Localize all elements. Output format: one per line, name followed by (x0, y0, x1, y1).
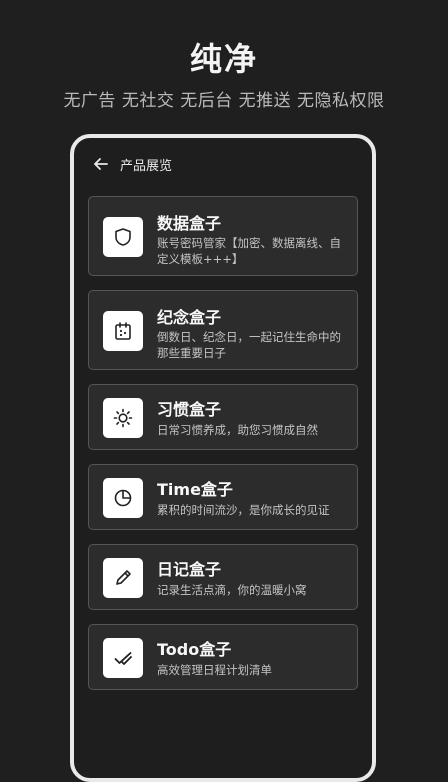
card-description: 账号密码管家【加密、数据离线、自定义模板+++】 (157, 236, 341, 266)
card-title: Time盒子 (157, 480, 233, 499)
topbar-title: 产品展览 (120, 158, 173, 174)
product-card-anniversary-box[interactable]: 纪念盒子 倒数日、纪念日，一起记住生命中的那些重要日子 (88, 290, 358, 370)
shield-icon (103, 217, 143, 257)
arrow-left-icon[interactable] (92, 155, 110, 173)
card-title: 纪念盒子 (157, 308, 222, 327)
product-card-time-box[interactable]: Time盒子 累积的时间流沙，是你成长的见证 (88, 464, 358, 530)
card-description: 倒数日、纪念日，一起记住生命中的那些重要日子 (157, 330, 341, 360)
pie-chart-icon (103, 478, 143, 518)
card-description: 日常习惯养成，助您习惯成自然 (157, 423, 318, 437)
product-card-data-box[interactable]: 数据盒子 账号密码管家【加密、数据离线、自定义模板+++】 (88, 196, 358, 276)
product-card-todo-box[interactable]: Todo盒子 高效管理日程计划清单 (88, 624, 358, 690)
product-card-diary-box[interactable]: 日记盒子 记录生活点滴，你的温暖小窝 (88, 544, 358, 610)
card-title: Todo盒子 (157, 640, 232, 659)
pencil-icon (103, 558, 143, 598)
product-card-habit-box[interactable]: 习惯盒子 日常习惯养成，助您习惯成自然 (88, 384, 358, 450)
check-icon (103, 638, 143, 678)
card-description: 记录生活点滴，你的温暖小窝 (157, 583, 307, 597)
page-subtitle: 无广告 无社交 无后台 无推送 无隐私权限 (63, 91, 385, 111)
card-title: 习惯盒子 (157, 400, 222, 419)
phone-frame: 产品展览 数据盒子 账号密码管家【加密、数据离线、自定义模板+++】 纪念盒子 … (70, 134, 376, 782)
calendar-icon (103, 311, 143, 351)
sun-icon (103, 398, 143, 438)
card-title: 日记盒子 (157, 560, 222, 579)
card-title: 数据盒子 (157, 214, 222, 233)
card-description: 高效管理日程计划清单 (157, 663, 272, 677)
product-list: 数据盒子 账号密码管家【加密、数据离线、自定义模板+++】 纪念盒子 倒数日、纪… (88, 196, 358, 704)
page-title: 纯净 (189, 40, 258, 78)
top-bar: 产品展览 (92, 154, 172, 174)
card-description: 累积的时间流沙，是你成长的见证 (157, 503, 330, 517)
